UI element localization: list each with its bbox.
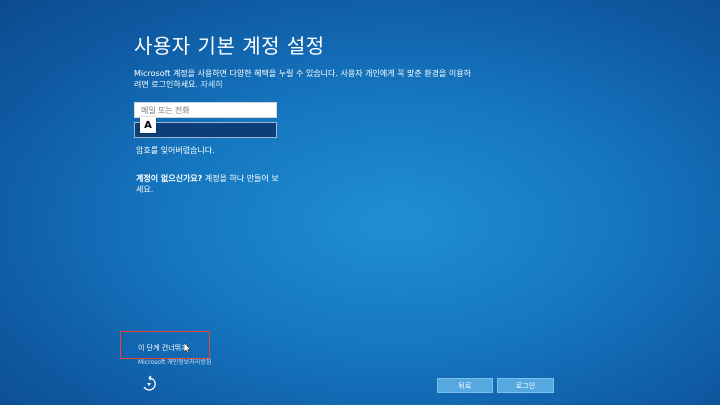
privacy-statement-link[interactable]: Microsoft 개인정보처리방침 xyxy=(138,357,211,366)
page-title: 사용자 기본 계정 설정 xyxy=(134,34,325,58)
skip-step-link[interactable]: 이 단계 건너뛰기 xyxy=(138,343,188,353)
ease-of-access-icon[interactable] xyxy=(140,375,158,393)
mouse-pointer-icon xyxy=(184,343,192,353)
forgot-password-link[interactable]: 암호를 잊어버렸습니다. xyxy=(136,145,215,156)
description-text: Microsoft 계정을 사용하면 다양한 혜택을 누릴 수 있습니다. 사용… xyxy=(134,69,471,89)
learn-more-link[interactable]: 자세히 xyxy=(201,80,223,89)
no-account-section: 계정이 없으신가요? 계정을 하나 만들어 보세요. xyxy=(136,173,286,195)
ime-language-indicator: A xyxy=(140,117,156,133)
description: Microsoft 계정을 사용하면 다양한 혜택을 누릴 수 있습니다. 사용… xyxy=(134,68,474,90)
login-button[interactable]: 로그인 xyxy=(497,378,554,393)
back-button[interactable]: 뒤로 xyxy=(437,378,493,393)
email-or-phone-input[interactable] xyxy=(134,102,277,118)
no-account-question: 계정이 없으신가요? xyxy=(136,174,203,183)
